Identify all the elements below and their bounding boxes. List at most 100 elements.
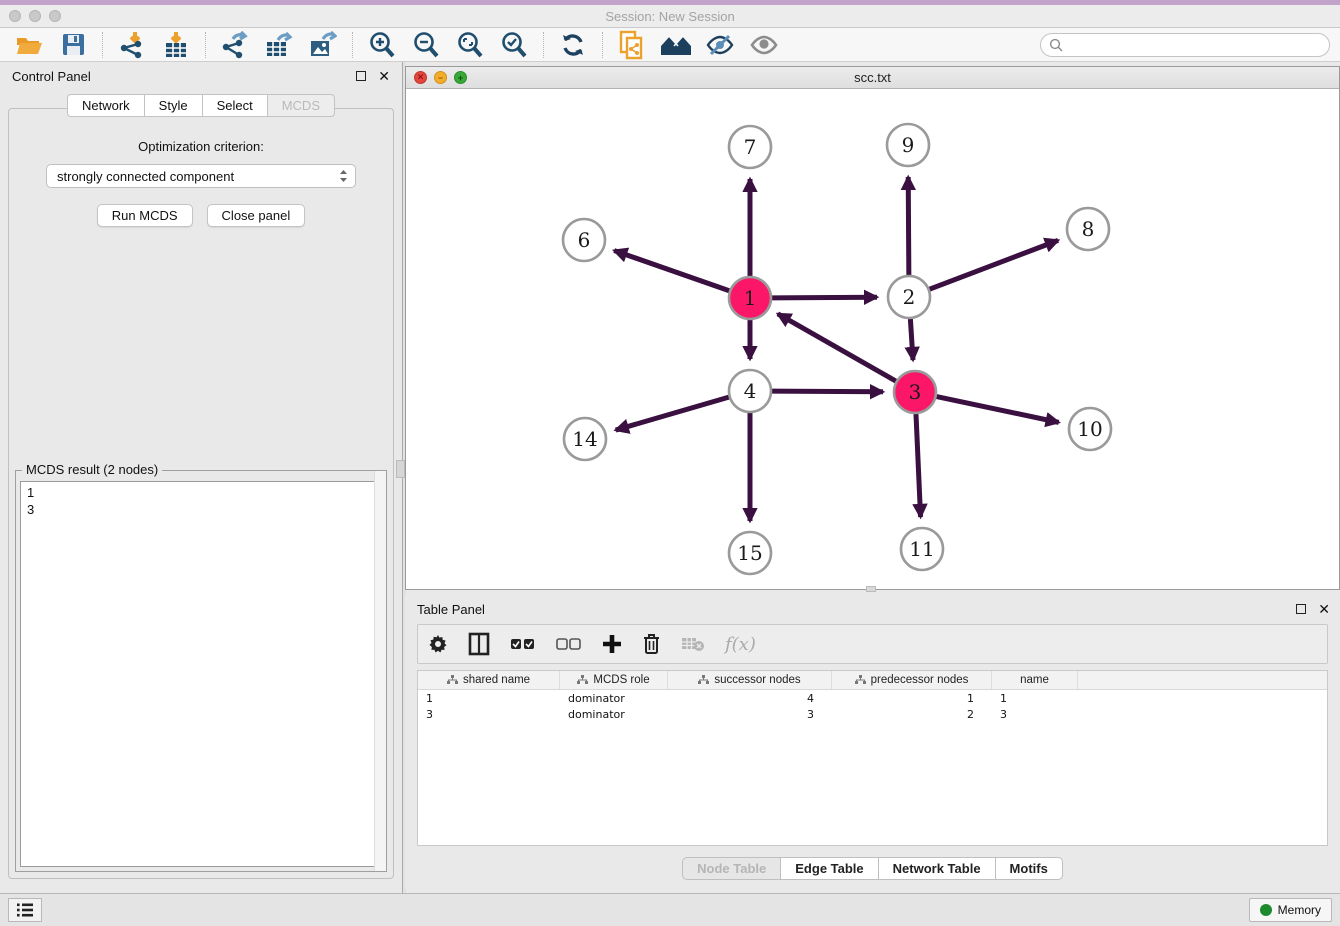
duplicate-network-icon bbox=[618, 30, 646, 60]
search-field[interactable] bbox=[1040, 33, 1330, 57]
column-header-shared-name[interactable]: shared name bbox=[418, 671, 560, 689]
delete-table-button[interactable] bbox=[681, 629, 705, 659]
unselect-all-columns-button[interactable] bbox=[556, 629, 582, 659]
zoom-in-button[interactable] bbox=[363, 30, 401, 60]
network-window-titlebar[interactable]: ✕ − + scc.txt bbox=[406, 67, 1339, 89]
mcds-result-text[interactable]: 1 3 bbox=[20, 481, 382, 867]
table-cell[interactable]: 1 bbox=[992, 692, 1078, 705]
zoom-fit-icon bbox=[456, 31, 484, 59]
table-tabs: Node Table Edge Table Network Table Moti… bbox=[405, 857, 1340, 880]
create-column-button[interactable] bbox=[602, 629, 622, 659]
close-network-icon[interactable]: ✕ bbox=[414, 71, 427, 84]
float-table-panel-icon[interactable] bbox=[1296, 604, 1306, 614]
column-header-mcds-role[interactable]: MCDS role bbox=[560, 671, 668, 689]
export-table-button[interactable] bbox=[260, 30, 298, 60]
show-column-button[interactable] bbox=[468, 629, 490, 659]
table-cell[interactable]: 1 bbox=[832, 692, 992, 705]
svg-text:11: 11 bbox=[909, 537, 934, 561]
svg-text:9: 9 bbox=[902, 133, 915, 157]
show-panels-button[interactable] bbox=[8, 898, 42, 922]
select-all-columns-button[interactable] bbox=[510, 629, 536, 659]
import-table-button[interactable] bbox=[157, 30, 195, 60]
tab-mcds[interactable]: MCDS bbox=[267, 94, 335, 117]
zoom-out-button[interactable] bbox=[407, 30, 445, 60]
table-cell[interactable]: 4 bbox=[668, 692, 832, 705]
table-toolbar: f(x) bbox=[417, 624, 1328, 664]
table-cell[interactable]: 3 bbox=[992, 708, 1078, 721]
hide-selected-button[interactable] bbox=[701, 30, 739, 60]
network-window-title: scc.txt bbox=[406, 70, 1339, 85]
column-header-name[interactable]: name bbox=[992, 671, 1078, 689]
result-scrollbar[interactable] bbox=[374, 471, 386, 871]
network-graph[interactable]: 7968124314101511 bbox=[406, 89, 1338, 589]
tab-network-table[interactable]: Network Table bbox=[878, 857, 995, 880]
table-body: 1dominator4113dominator323 bbox=[418, 690, 1327, 722]
float-panel-icon[interactable] bbox=[356, 71, 366, 81]
search-input[interactable] bbox=[1067, 38, 1307, 52]
table-panel-title: Table Panel bbox=[417, 602, 1296, 617]
memory-button[interactable]: Memory bbox=[1249, 898, 1332, 922]
export-network-button[interactable] bbox=[216, 30, 254, 60]
column-label: MCDS role bbox=[593, 674, 649, 686]
zoom-selected-button[interactable] bbox=[495, 30, 533, 60]
minimize-network-icon[interactable]: − bbox=[434, 71, 447, 84]
tab-motifs[interactable]: Motifs bbox=[995, 857, 1063, 880]
delete-column-button[interactable] bbox=[642, 629, 661, 659]
table-settings-button[interactable] bbox=[428, 629, 448, 659]
flat-column-icon bbox=[577, 675, 588, 685]
tab-network[interactable]: Network bbox=[67, 94, 144, 117]
chevron-updown-icon bbox=[338, 168, 349, 184]
table-cell[interactable]: dominator bbox=[560, 708, 668, 721]
criterion-value: strongly connected component bbox=[57, 169, 338, 184]
table-cell[interactable]: 2 bbox=[832, 708, 992, 721]
close-panel-icon[interactable]: ✕ bbox=[378, 71, 390, 81]
import-network-button[interactable] bbox=[113, 30, 151, 60]
mcds-result-fieldset: MCDS result (2 nodes) 1 3 bbox=[15, 470, 387, 872]
maximize-window-icon[interactable] bbox=[49, 10, 61, 22]
tab-style[interactable]: Style bbox=[144, 94, 202, 117]
flat-column-icon bbox=[447, 675, 458, 685]
toolbar-separator bbox=[352, 32, 353, 58]
duplicate-network-button[interactable] bbox=[613, 30, 651, 60]
trash-icon bbox=[642, 633, 661, 655]
column-label: name bbox=[1020, 674, 1049, 686]
maximize-network-icon[interactable]: + bbox=[454, 71, 467, 84]
table-cell[interactable]: 3 bbox=[418, 708, 560, 721]
splitter-handle[interactable] bbox=[396, 460, 405, 478]
open-file-button[interactable] bbox=[10, 30, 48, 60]
run-mcds-button[interactable]: Run MCDS bbox=[97, 204, 193, 227]
table-cell[interactable]: dominator bbox=[560, 692, 668, 705]
network-canvas[interactable]: 7968124314101511 bbox=[406, 89, 1339, 589]
table-cell[interactable]: 1 bbox=[418, 692, 560, 705]
tab-node-table[interactable]: Node Table bbox=[682, 857, 780, 880]
export-image-button[interactable] bbox=[304, 30, 342, 60]
column-header-predecessor-nodes[interactable]: predecessor nodes bbox=[832, 671, 992, 689]
export-table-icon bbox=[265, 31, 293, 59]
zoom-fit-button[interactable] bbox=[451, 30, 489, 60]
criterion-dropdown[interactable]: strongly connected component bbox=[46, 164, 356, 188]
svg-text:4: 4 bbox=[744, 379, 757, 403]
refresh-button[interactable] bbox=[554, 30, 592, 60]
close-table-panel-icon[interactable]: ✕ bbox=[1318, 604, 1330, 614]
table-row[interactable]: 1dominator411 bbox=[418, 690, 1327, 706]
zoom-out-icon bbox=[412, 31, 440, 59]
minimize-window-icon[interactable] bbox=[29, 10, 41, 22]
function-builder-button[interactable]: f(x) bbox=[725, 629, 756, 659]
column-header-successor-nodes[interactable]: successor nodes bbox=[668, 671, 832, 689]
houses-icon bbox=[660, 33, 692, 57]
close-window-icon[interactable] bbox=[9, 10, 21, 22]
export-image-icon bbox=[309, 31, 337, 59]
export-network-icon bbox=[221, 31, 249, 59]
table-cell[interactable]: 3 bbox=[668, 708, 832, 721]
table-row[interactable]: 3dominator323 bbox=[418, 706, 1327, 722]
tab-edge-table[interactable]: Edge Table bbox=[780, 857, 877, 880]
network-view-window: ✕ − + scc.txt 7968124314101511 bbox=[405, 66, 1340, 590]
tab-select[interactable]: Select bbox=[202, 94, 267, 117]
close-panel-button[interactable]: Close panel bbox=[207, 204, 306, 227]
save-session-button[interactable] bbox=[54, 30, 92, 60]
show-all-button[interactable] bbox=[745, 30, 783, 60]
first-neighbors-button[interactable] bbox=[657, 30, 695, 60]
mcds-result-title: MCDS result (2 nodes) bbox=[22, 462, 162, 477]
horizontal-splitter-handle[interactable] bbox=[866, 586, 876, 592]
unchecked-boxes-icon bbox=[556, 638, 582, 650]
